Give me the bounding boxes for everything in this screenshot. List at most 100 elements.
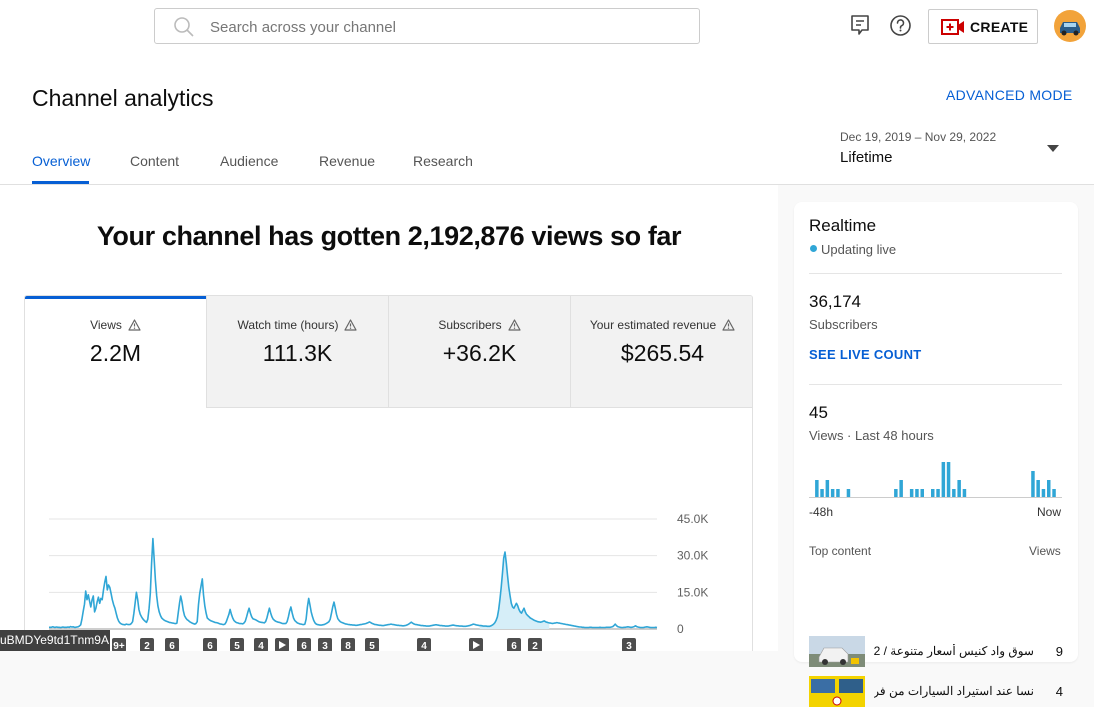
y-tick-label: 0 [677, 622, 684, 636]
period-select[interactable]: Lifetime [840, 149, 893, 166]
tab-revenue[interactable]: Revenue [319, 153, 375, 169]
realtime-bar [830, 489, 835, 498]
create-button[interactable]: CREATE [928, 9, 1038, 44]
realtime-bar [1041, 489, 1046, 498]
series-line [49, 537, 658, 629]
avatar[interactable] [1054, 10, 1086, 42]
metric-label: Subscribers [438, 318, 502, 332]
y-tick-label: 45.0K [677, 512, 708, 526]
marker-label: 5 [369, 641, 375, 651]
marker-label: 4 [421, 641, 427, 651]
y-tick-label: 30.0K [677, 549, 708, 563]
top-content-label: Top content [809, 544, 872, 558]
realtime-bar-chart [809, 462, 1062, 498]
overview-panel: Your channel has gotten 2,192,876 views … [0, 185, 778, 651]
marker-label: 6 [207, 641, 213, 651]
see-live-count-link[interactable]: SEE LIVE COUNT [809, 347, 922, 362]
realtime-bar [909, 489, 914, 498]
marker-label: 3 [322, 641, 328, 651]
realtime-title: Realtime [809, 216, 877, 235]
video-title: سوق واد كنيس أسعار متنوعة / 2… [874, 644, 1034, 658]
realtime-bar [920, 489, 924, 498]
marker-label: 3 [626, 641, 632, 651]
main-content: Channel analytics ADVANCED MODE Overview… [0, 57, 1094, 707]
realtime-bar [952, 489, 956, 498]
live-dot-icon [810, 245, 817, 252]
marker-label: 5 [234, 641, 240, 651]
search-box[interactable] [154, 8, 700, 44]
warning-icon [344, 319, 358, 331]
marker-label: 4 [258, 641, 264, 651]
top-bar: CREATE [0, 0, 1094, 57]
realtime-bar [846, 489, 851, 498]
realtime-bar [1031, 471, 1035, 498]
realtime-bar [1036, 480, 1040, 498]
realtime-bar [941, 462, 946, 498]
tab-overview[interactable]: Overview [32, 153, 90, 169]
feedback-icon[interactable] [850, 14, 870, 36]
realtime-status: Updating live [821, 242, 897, 257]
realtime-views-label: Views · Last 48 hours [809, 428, 934, 443]
axis-left-label: -48h [809, 505, 834, 519]
divider [809, 384, 1062, 385]
video-title: نسا عند استيراد السيارات من فرنسا [874, 684, 1034, 698]
realtime-bar [825, 480, 830, 498]
area-highlight [479, 552, 550, 629]
realtime-bar [946, 462, 951, 498]
warning-icon [128, 319, 141, 331]
help-icon[interactable] [889, 14, 912, 37]
marker-label: 6 [511, 641, 517, 651]
realtime-bar [899, 480, 903, 498]
video-views: 4 [1055, 684, 1063, 699]
page-title: Channel analytics [32, 85, 214, 111]
realtime-bar [815, 480, 819, 498]
marker-label: 6 [169, 641, 175, 651]
realtime-card: Realtime Updating live 36,174 Subscriber… [794, 202, 1078, 707]
warning-icon [508, 319, 521, 331]
divider [809, 273, 1062, 274]
create-label: CREATE [970, 19, 1029, 35]
advanced-mode-link[interactable]: ADVANCED MODE [946, 87, 1073, 103]
realtime-bar [1047, 480, 1051, 498]
create-video-icon [941, 19, 964, 35]
car-icon [1060, 22, 1080, 36]
dropdown-arrow-icon[interactable] [1047, 145, 1059, 152]
metric-label: Your estimated revenue [589, 318, 717, 332]
views-column-label: Views [1029, 544, 1061, 558]
search-input[interactable] [210, 17, 680, 37]
y-tick-label: 15.0K [677, 585, 708, 599]
marker-label: 8 [345, 641, 351, 651]
date-range[interactable]: Dec 19, 2019 – Nov 29, 2022 [840, 130, 996, 144]
warning-icon [722, 319, 735, 331]
metric-label: Watch time (hours) [237, 318, 339, 332]
views-chart: 45.0K30.0K15.0K09+2665463854623Dec 1…Jun… [49, 512, 708, 651]
realtime-bar [931, 489, 935, 498]
realtime-bar [962, 489, 967, 498]
marker-label: 2 [532, 641, 538, 651]
marker-label: 6 [301, 641, 307, 651]
subscriber-count: 36,174 [809, 292, 861, 311]
metric-label: Views [90, 318, 122, 332]
realtime-bar [1052, 489, 1056, 498]
realtime-bar [957, 480, 961, 498]
realtime-bar [836, 489, 840, 498]
axis-right-label: Now [1037, 505, 1062, 519]
realtime-bar [894, 489, 898, 498]
subscriber-label: Subscribers [809, 317, 878, 332]
realtime-bar [915, 489, 919, 498]
search-icon [174, 17, 194, 37]
video-views: 9 [1055, 644, 1063, 659]
realtime-bar [820, 489, 824, 498]
video-thumbnail [809, 636, 865, 667]
realtime-views-count: 45 [809, 403, 828, 422]
tab-audience[interactable]: Audience [220, 153, 278, 169]
tooltip: uBMDYe9td1Tnm9A [0, 630, 110, 651]
tab-content[interactable]: Content [130, 153, 179, 169]
realtime-bar [936, 489, 940, 498]
marker-label: 2 [144, 641, 150, 651]
tab-research[interactable]: Research [413, 153, 473, 169]
marker-label: 9+ [113, 641, 125, 651]
views-headline: Your channel has gotten 2,192,876 views … [96, 221, 682, 251]
video-thumbnail [809, 676, 865, 707]
selected-metric-indicator [25, 296, 206, 299]
